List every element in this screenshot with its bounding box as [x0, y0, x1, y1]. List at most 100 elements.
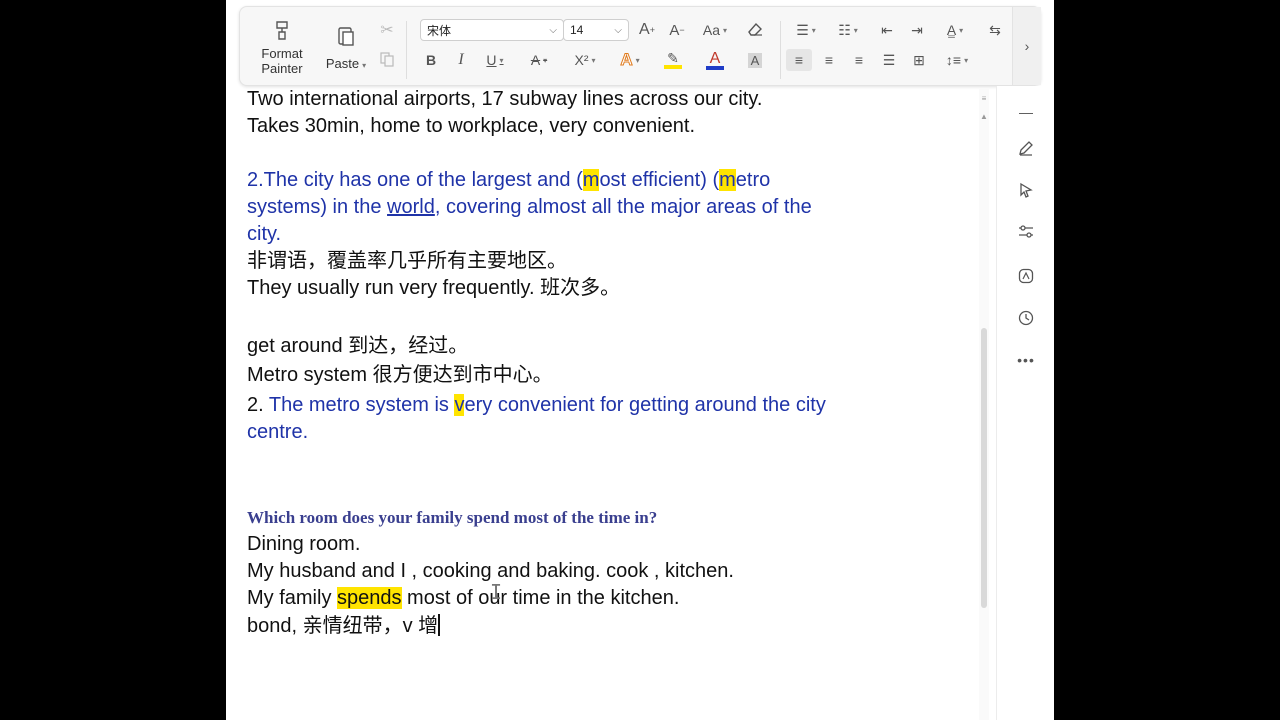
paste-label-wrap: Paste ▾ — [326, 55, 366, 71]
clipboard-icon — [334, 24, 358, 51]
cursor-select-icon[interactable] — [1014, 178, 1038, 202]
increase-indent-button[interactable]: ⇥ — [906, 19, 928, 41]
document-window: Format Painter Paste ▾ ✂ 宋体 ⌵ 14 ⌵ A + A… — [226, 0, 1054, 720]
pen-icon[interactable] — [1014, 136, 1038, 160]
strikethrough-label: A — [530, 52, 541, 68]
chevron-down-icon: ⌵ — [549, 24, 557, 36]
mouse-ibeam-icon: I — [490, 580, 503, 604]
font-name-value: 宋体 — [427, 23, 452, 38]
text-line: They usually run very frequently. 班次多。 — [247, 277, 621, 299]
text-line: My husband and I , cooking and baking. c… — [247, 560, 734, 582]
numbering-button[interactable]: ☷ ▾ — [832, 19, 864, 41]
chevron-down-icon: ▾ — [543, 55, 548, 65]
text-run: ery convenient for getting around the ci… — [464, 394, 826, 416]
scroll-split-icon[interactable]: ≡ — [979, 94, 989, 103]
scroll-up-icon[interactable]: ▲ — [979, 112, 989, 121]
text-run: 2. — [247, 394, 269, 416]
underline-label: U — [486, 52, 497, 68]
text-run: ost efficient) ( — [599, 169, 720, 191]
history-icon[interactable] — [1014, 306, 1038, 330]
bold-label: B — [425, 52, 437, 68]
bold-button[interactable]: B — [420, 49, 442, 71]
italic-label: I — [458, 51, 464, 68]
chevron-down-icon: ▾ — [964, 55, 969, 65]
text-run: etro — [735, 169, 771, 191]
font-name-select[interactable]: 宋体 ⌵ — [420, 19, 564, 41]
bullets-button[interactable]: ☰ ▾ — [790, 19, 822, 41]
highlight-run: m — [719, 169, 736, 191]
sliders-icon[interactable] — [1014, 220, 1038, 244]
highlight-run: m — [582, 169, 600, 191]
highlight-color-bar — [664, 65, 682, 69]
underlined-run: world — [387, 196, 435, 218]
line-spacing-button[interactable]: ↕≡ ▾ — [940, 49, 974, 71]
copy-icon — [379, 51, 395, 70]
italic-button[interactable]: I — [450, 49, 472, 71]
text-run: 2.The city has one of the largest and ( — [247, 169, 583, 191]
text-run: , covering almost all the major areas of… — [434, 196, 812, 218]
text-run: bond, 亲情纽带，v 增 — [247, 615, 439, 637]
more-options-icon[interactable]: ••• — [1014, 348, 1038, 372]
align-right-icon: ≡ — [854, 52, 864, 68]
font-color-button[interactable]: A — [698, 47, 732, 73]
text-cursor — [438, 614, 441, 636]
ribbon-expand-button[interactable]: › — [1012, 7, 1041, 85]
format-painter-label-2: Painter — [261, 60, 303, 76]
font-size-value: 14 — [570, 23, 584, 37]
shading-label: A — [747, 52, 763, 68]
change-case-button[interactable]: Aa ▾ — [698, 19, 732, 41]
chevron-down-icon: ▾ — [591, 55, 596, 65]
paste-button[interactable]: Paste ▾ — [318, 15, 374, 79]
right-side-panel: — ••• — [996, 86, 1054, 720]
distributed-button[interactable]: ⊞ — [908, 49, 930, 71]
text-line: Two international airports, 17 subway li… — [247, 88, 763, 110]
indent-icon: ⇥ — [911, 21, 923, 38]
copy-button[interactable] — [376, 49, 398, 71]
text-line: 2. The metro system is very convenient f… — [247, 392, 947, 419]
align-right-button[interactable]: ≡ — [848, 49, 870, 71]
font-color-label: A — [709, 49, 721, 67]
collapse-icon[interactable]: — — [1014, 100, 1038, 124]
highlight-run: v — [454, 394, 465, 416]
decrease-indent-button[interactable]: ⇤ — [876, 19, 898, 41]
text-line: My family spends most of our time in the… — [247, 585, 947, 612]
grow-font-button[interactable]: A + — [636, 19, 658, 41]
text-run: The metro system is — [268, 394, 455, 416]
chevron-right-icon: › — [1024, 38, 1030, 54]
text-direction-button[interactable]: ⇆ — [984, 19, 1006, 41]
superscript-button[interactable]: X² ▾ — [568, 49, 602, 71]
text-line: centre. — [247, 421, 309, 443]
format-painter-button[interactable]: Format Painter — [252, 15, 312, 79]
numbered-list-icon: ☷ — [838, 21, 851, 38]
highlight-button[interactable]: ✎ — [656, 47, 690, 73]
scrollbar-thumb[interactable] — [981, 328, 987, 608]
vertical-scrollbar[interactable]: ≡ ▲ — [979, 88, 989, 720]
strikethrough-button[interactable]: A ▾ — [524, 49, 554, 71]
asian-layout-button[interactable]: A͇ ▾ — [938, 19, 972, 41]
justify-button[interactable]: ☰ — [878, 49, 900, 71]
text-effect-button[interactable]: A ▾ — [614, 49, 646, 71]
align-center-button[interactable]: ≡ — [818, 49, 840, 71]
text-line: 2.The city has one of the largest and (m… — [247, 167, 947, 194]
text-line: Takes 30min, home to workplace, very con… — [247, 115, 695, 137]
underline-button[interactable]: U ▾ — [480, 49, 510, 71]
cut-button[interactable]: ✂ — [376, 19, 398, 41]
highlight-run: spends — [337, 587, 402, 609]
font-size-select[interactable]: 14 ⌵ — [563, 19, 629, 41]
text-run: systems) in the — [247, 196, 388, 218]
superscript-label: X² — [574, 52, 589, 68]
format-painter-icon — [271, 19, 293, 44]
clear-format-button[interactable] — [744, 19, 766, 41]
line-spacing-icon: ↕≡ — [945, 52, 962, 68]
text-line: get around 到达，经过。 — [247, 335, 469, 357]
text-line: bond, 亲情纽带，v 增 — [247, 613, 947, 640]
character-shading-button[interactable]: A — [744, 49, 766, 71]
chevron-down-icon: ▾ — [362, 60, 367, 70]
text-direction-icon: ⇆ — [989, 21, 1001, 38]
shrink-font-button[interactable]: A − — [666, 19, 688, 41]
align-left-button[interactable]: ≡ — [786, 49, 812, 71]
document-body[interactable]: Two international airports, 17 subway li… — [247, 86, 947, 640]
ai-assist-icon[interactable] — [1014, 264, 1038, 288]
